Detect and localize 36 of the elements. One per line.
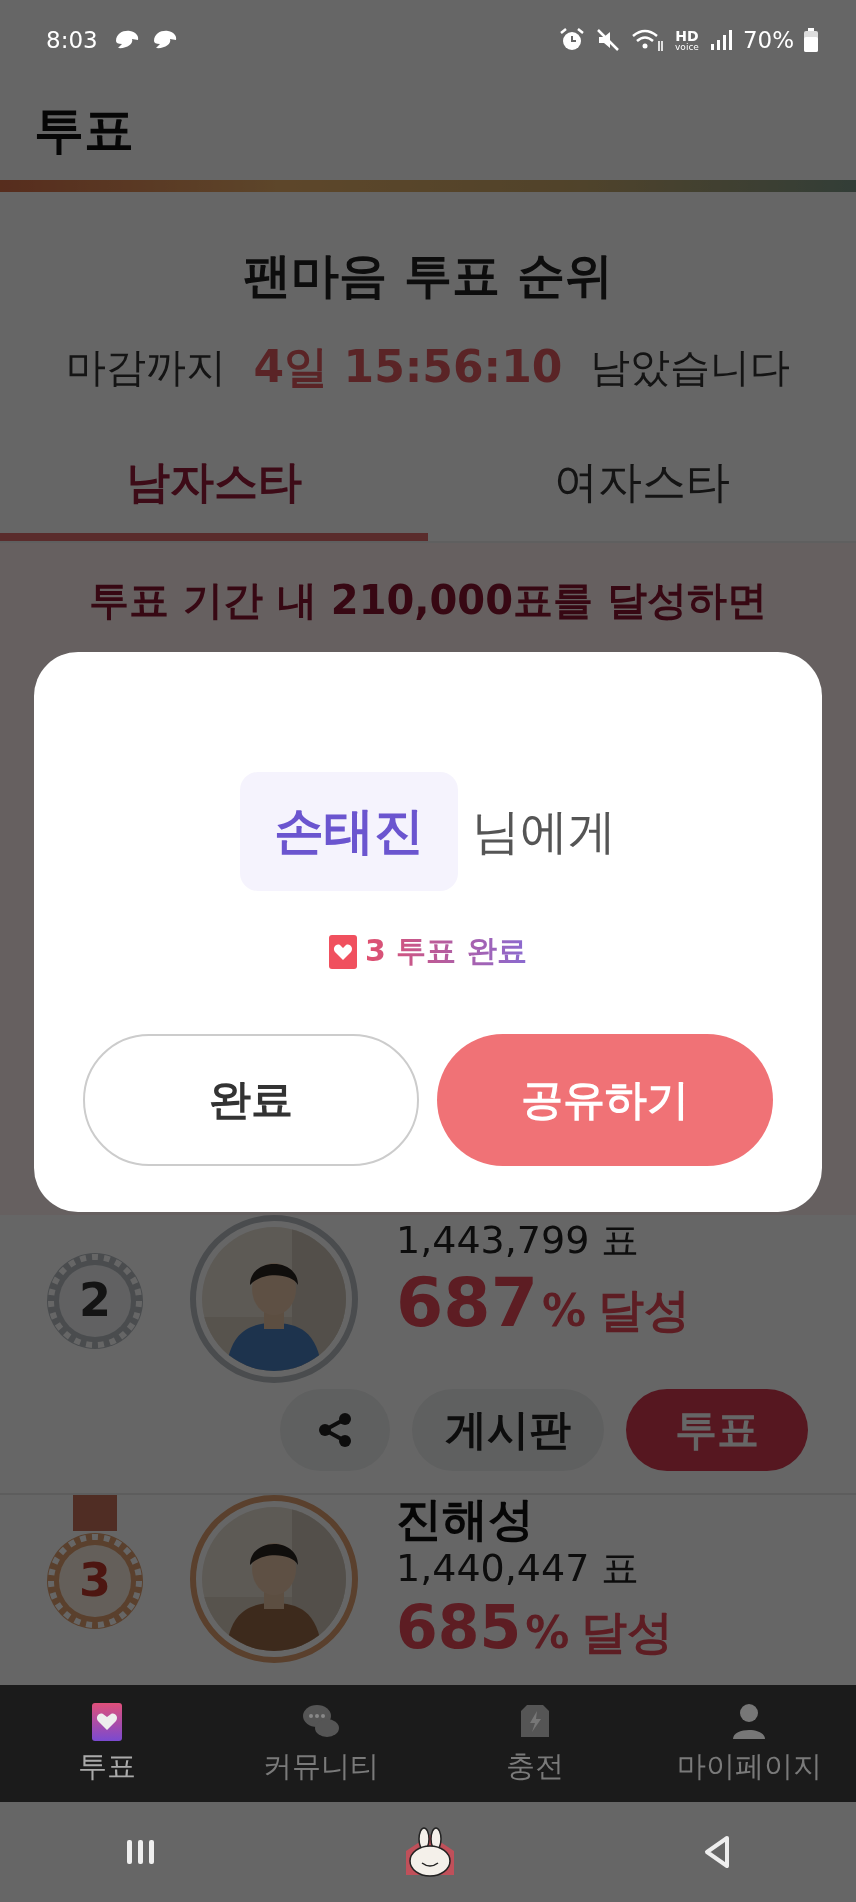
achievement-percent: 685: [396, 1594, 522, 1661]
countdown-label: 마감까지: [66, 343, 226, 392]
rank-number: 2: [78, 1273, 112, 1327]
nav-tab[interactable]: 마이페이지: [642, 1685, 856, 1802]
share-button[interactable]: 공유하기: [437, 1034, 773, 1166]
recipient-name: 손태진: [240, 772, 458, 891]
done-button[interactable]: 완료: [83, 1034, 419, 1166]
wifi-icon: [631, 27, 666, 53]
vote-count: 1,443,799 표: [396, 1217, 641, 1264]
clock-time: 8:03: [46, 27, 98, 53]
achievement-percent: 687: [396, 1266, 538, 1341]
achievement-label: 달성: [581, 1604, 674, 1662]
heart-card-icon: [329, 934, 358, 969]
nav-tab[interactable]: 충전: [428, 1685, 642, 1802]
nav-tab[interactable]: 투표: [0, 1685, 214, 1802]
countdown-label: 남았습니다: [590, 343, 790, 392]
alarm-icon: [559, 27, 586, 53]
countdown-time: 4일 15:56:10: [253, 340, 563, 394]
battery-percent: 70%: [742, 27, 794, 53]
board-button[interactable]: 게시판: [412, 1389, 604, 1471]
percent-sign: %: [525, 1607, 570, 1659]
battery-icon: [804, 28, 818, 52]
star-name: 진해성: [396, 1495, 535, 1544]
percent-sign: %: [541, 1285, 587, 1336]
vote-button[interactable]: 투표: [626, 1389, 808, 1471]
category-tab[interactable]: 여자스타: [428, 431, 856, 541]
vote-count: 1,440,447 표: [396, 1545, 641, 1593]
achievement-label: 달성: [598, 1282, 691, 1339]
hd-voice-label: HD voice: [675, 28, 699, 52]
rank-number: 3: [78, 1553, 112, 1607]
goal-text: 투표 기간 내 210,000표를 달성하면: [88, 576, 768, 625]
nav-tab[interactable]: 커뮤니티: [214, 1685, 428, 1802]
recipient-suffix: 님에게: [472, 801, 616, 861]
page-title: 투표: [34, 99, 134, 161]
ranking-title: 팬마음 투표 순위: [242, 246, 614, 305]
signal-icon: [708, 28, 733, 52]
